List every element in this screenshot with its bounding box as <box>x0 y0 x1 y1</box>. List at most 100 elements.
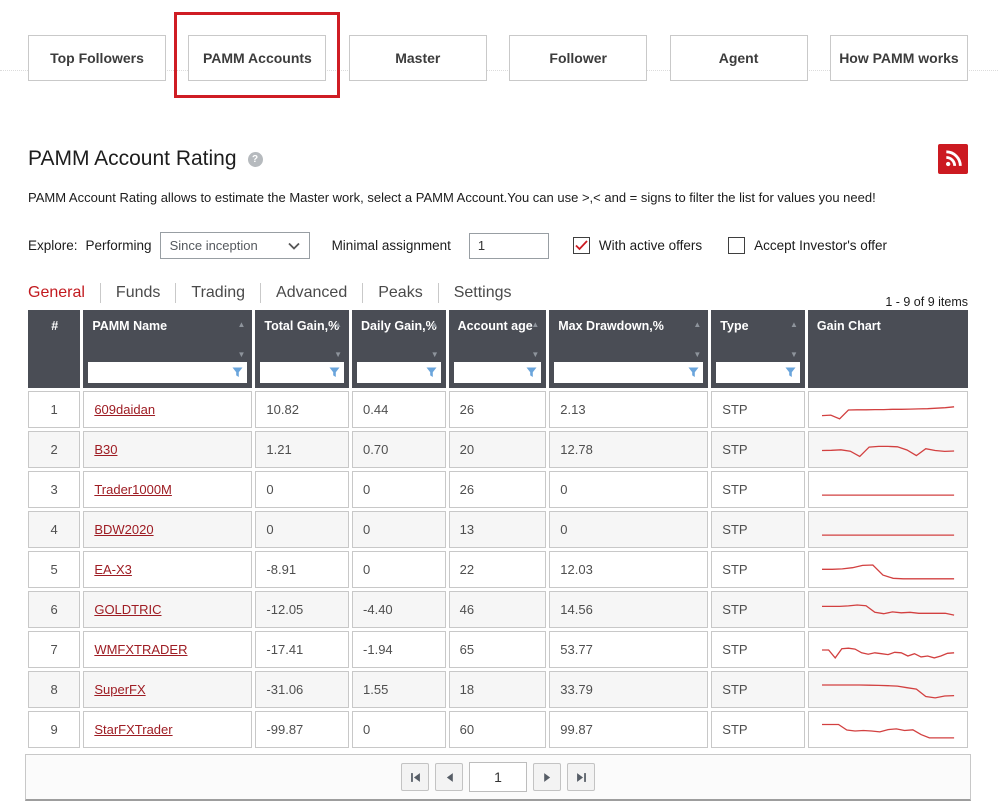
sort-asc-icon[interactable]: ▲ <box>693 320 701 331</box>
daily-gain-cell: 1.55 <box>352 671 446 708</box>
account-age-cell: 26 <box>449 391 547 428</box>
next-page-button[interactable] <box>533 763 561 791</box>
nav-button-how-pamm-works[interactable]: How PAMM works <box>830 35 968 81</box>
row-number-cell: 5 <box>28 551 80 588</box>
sort-desc-icon[interactable]: ▼ <box>334 350 342 361</box>
gain-chart-cell <box>808 431 968 468</box>
sort-desc-icon[interactable]: ▼ <box>790 350 798 361</box>
filter-input-account-age[interactable] <box>454 362 542 383</box>
with-active-offers-checkbox[interactable] <box>573 237 590 254</box>
pamm-name-link[interactable]: SuperFX <box>94 682 145 697</box>
account-age-cell: 18 <box>449 671 547 708</box>
sort-asc-icon[interactable]: ▲ <box>431 320 439 331</box>
gain-chart-cell <box>808 511 968 548</box>
table-row: 6 GOLDTRIC -12.05 -4.40 46 14.56 STP <box>28 591 968 628</box>
gain-sparkline <box>818 476 958 504</box>
sort-asc-icon[interactable]: ▲ <box>334 320 342 331</box>
type-cell: STP <box>711 551 805 588</box>
account-age-cell: 20 <box>449 431 547 468</box>
row-number-cell: 9 <box>28 711 80 748</box>
sort-desc-icon[interactable]: ▼ <box>431 350 439 361</box>
funnel-icon <box>688 367 699 378</box>
rating-tabs: General Funds Trading Advanced Peaks Set… <box>28 283 968 303</box>
funnel-icon <box>329 367 340 378</box>
total-gain-cell: 10.82 <box>255 391 349 428</box>
account-age-cell: 60 <box>449 711 547 748</box>
funnel-icon <box>426 367 437 378</box>
total-gain-cell: -99.87 <box>255 711 349 748</box>
pamm-name-link[interactable]: GOLDTRIC <box>94 602 161 617</box>
prev-page-button[interactable] <box>435 763 463 791</box>
column-header-num: # <box>28 310 80 388</box>
performing-label: Performing <box>86 238 152 253</box>
with-active-offers-toggle[interactable]: With active offers <box>573 237 702 254</box>
daily-gain-cell: 0 <box>352 471 446 508</box>
row-number-cell: 6 <box>28 591 80 628</box>
sort-desc-icon[interactable]: ▼ <box>531 350 539 361</box>
tab-settings[interactable]: Settings <box>438 283 527 303</box>
filter-input-total-gain[interactable] <box>260 362 344 383</box>
max-drawdown-cell: 2.13 <box>549 391 708 428</box>
sort-asc-icon[interactable]: ▲ <box>238 320 246 331</box>
gain-chart-cell <box>808 711 968 748</box>
pamm-name-link[interactable]: WMFXTRADER <box>94 642 187 657</box>
sort-desc-icon[interactable]: ▼ <box>238 350 246 361</box>
type-cell: STP <box>711 471 805 508</box>
pamm-name-link[interactable]: StarFXTrader <box>94 722 172 737</box>
tab-trading[interactable]: Trading <box>175 283 260 303</box>
table-row: 8 SuperFX -31.06 1.55 18 33.79 STP <box>28 671 968 708</box>
table-row: 4 BDW2020 0 0 13 0 STP <box>28 511 968 548</box>
last-page-button[interactable] <box>567 763 595 791</box>
pamm-name-link[interactable]: Trader1000M <box>94 482 172 497</box>
max-drawdown-cell: 12.78 <box>549 431 708 468</box>
account-age-cell: 26 <box>449 471 547 508</box>
pamm-name-link[interactable]: BDW2020 <box>94 522 153 537</box>
accept-investors-offer-checkbox[interactable] <box>728 237 745 254</box>
period-select[interactable]: Since inception <box>160 232 310 259</box>
accept-investors-offer-toggle[interactable]: Accept Investor's offer <box>728 237 887 254</box>
type-cell: STP <box>711 671 805 708</box>
table-row: 2 B30 1.21 0.70 20 12.78 STP <box>28 431 968 468</box>
column-header-account-age[interactable]: Account age ▲ ▼ <box>449 310 547 388</box>
nav-button-pamm-accounts[interactable]: PAMM Accounts <box>188 35 326 81</box>
funnel-icon <box>785 367 796 378</box>
pamm-name-cell: StarFXTrader <box>83 711 252 748</box>
column-header-pamm-name[interactable]: PAMM Name ▲ ▼ <box>83 310 252 388</box>
last-page-icon <box>576 772 587 783</box>
pamm-name-link[interactable]: B30 <box>94 442 117 457</box>
nav-button-agent[interactable]: Agent <box>670 35 808 81</box>
filter-input-pamm-name[interactable] <box>88 362 247 383</box>
max-drawdown-cell: 12.03 <box>549 551 708 588</box>
filter-input-type[interactable] <box>716 362 800 383</box>
tab-advanced[interactable]: Advanced <box>260 283 362 303</box>
nav-button-master[interactable]: Master <box>349 35 487 81</box>
tab-peaks[interactable]: Peaks <box>362 283 437 303</box>
funnel-icon <box>232 367 243 378</box>
nav-button-follower[interactable]: Follower <box>509 35 647 81</box>
page-description: PAMM Account Rating allows to estimate t… <box>28 190 968 205</box>
tab-general[interactable]: General <box>28 283 100 303</box>
tab-funds[interactable]: Funds <box>100 283 175 303</box>
column-header-daily-gain[interactable]: Daily Gain,% ▲ ▼ <box>352 310 446 388</box>
filter-input-daily-gain[interactable] <box>357 362 441 383</box>
column-header-type[interactable]: Type ▲ ▼ <box>711 310 805 388</box>
sort-asc-icon[interactable]: ▲ <box>531 320 539 331</box>
sort-asc-icon[interactable]: ▲ <box>790 320 798 331</box>
pamm-name-link[interactable]: 609daidan <box>94 402 155 417</box>
total-gain-cell: -8.91 <box>255 551 349 588</box>
first-page-button[interactable] <box>401 763 429 791</box>
column-header-max-drawdown[interactable]: Max Drawdown,% ▲ ▼ <box>549 310 708 388</box>
table-row: 9 StarFXTrader -99.87 0 60 99.87 STP <box>28 711 968 748</box>
explore-label: Explore: <box>28 238 78 253</box>
minimal-assignment-input[interactable] <box>469 233 549 259</box>
column-header-total-gain[interactable]: Total Gain,% ▲ ▼ <box>255 310 349 388</box>
filter-input-max-drawdown[interactable] <box>554 362 703 383</box>
max-drawdown-cell: 14.56 <box>549 591 708 628</box>
pamm-name-link[interactable]: EA-X3 <box>94 562 132 577</box>
nav-button-top-followers[interactable]: Top Followers <box>28 35 166 81</box>
help-icon[interactable]: ? <box>248 152 263 167</box>
pamm-name-cell: BDW2020 <box>83 511 252 548</box>
gain-sparkline <box>818 556 958 584</box>
rss-icon[interactable] <box>938 144 968 174</box>
sort-desc-icon[interactable]: ▼ <box>693 350 701 361</box>
